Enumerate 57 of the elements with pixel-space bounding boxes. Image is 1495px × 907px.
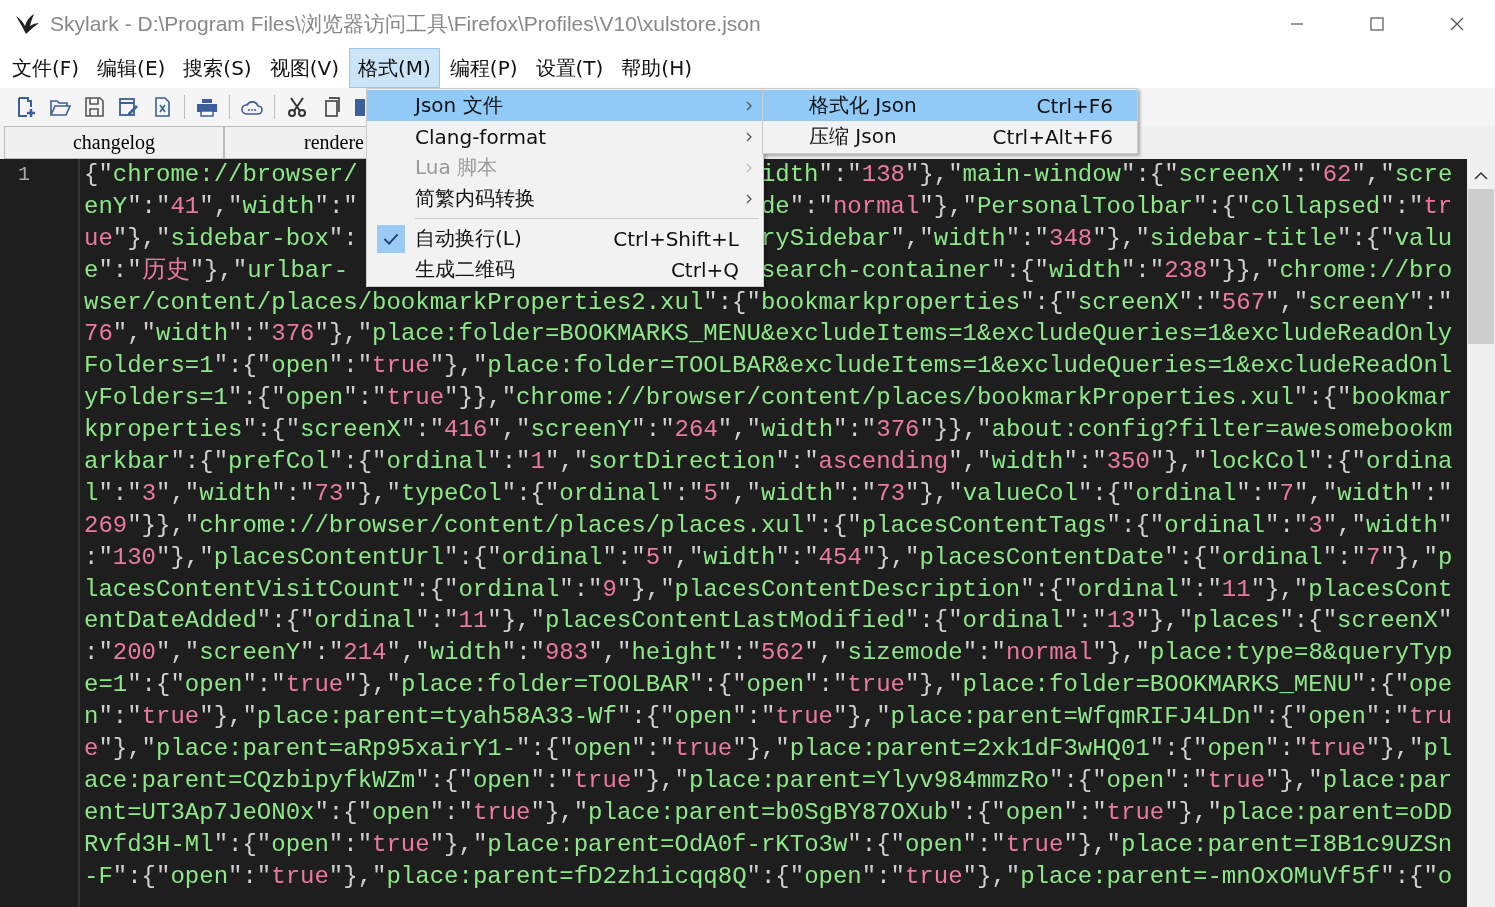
code-text: kproperties":{"screenX":"416","screenY":"264","width":"376"}},"about:config?filter=awesomebookm: [84, 416, 1453, 444]
chevron-right-icon: [745, 161, 753, 174]
scrollbar[interactable]: [1467, 159, 1495, 907]
code-text: ent=UT3Ap7JeON0x":{"open":"true"},"place:parent=b0SgBY87OXub":{"open":"true"},"place:parent=oDD: [84, 798, 1453, 826]
bird-logo-icon: [14, 12, 40, 36]
code-text: search-container":{"width":"238"}},"chrome://bro: [760, 256, 1453, 284]
code-text: -F":{"open":"true"},"place:parent=fD2zh1icqq8Q":{"open":"true"},"place:parent=-mnOxOMuVf5f":{"o: [84, 862, 1453, 890]
menu-option[interactable]: 自动换行(L) Ctrl+Shift+L: [367, 223, 763, 254]
code-text: n":"true"},"place:parent=tyah58A33-Wf":{"open":"true"},"place:parent=WfqmRIFJ4LDn":{"open":"tru: [84, 703, 1453, 731]
menu-item[interactable]: 搜索(S): [175, 48, 260, 88]
code-text: e=1":{"open":"true"},"place:folder=TOOLBAR":{"open":"true"},"place:folder=BOOKMARKS_MENU":{"ope: [84, 671, 1453, 699]
line-number: 1: [18, 163, 30, 186]
code-text: ace:parent=CQzbipyfkWZm":{"open":"true"},"place:parent=Ylyv984mmzRo":{"open":"true"},"place:par: [84, 766, 1453, 794]
menu-option[interactable]: Json 文件: [367, 90, 763, 121]
menu-item[interactable]: 视图(V): [261, 48, 347, 88]
menu-item[interactable]: 编程(P): [441, 48, 526, 88]
code-text: rySidebar","width":"348"},"sidebar-title":{"valu: [760, 224, 1453, 252]
code-text: wser/content/places/bookmarkProperties2.xul":{"bookmarkproperties":{"screenX":"567","screenY":": [84, 288, 1453, 316]
chevron-right-icon: [745, 130, 753, 143]
code-text: Folders=1":{"open":"true"},"place:folder=TOOLBAR&excludeItems=1&excludeQueries=1&excludeReadOnl: [84, 352, 1453, 380]
menu-item[interactable]: 格式(M): [348, 48, 440, 88]
code-text: 76","width":"376"},"place:folder=BOOKMARKS_MENU&excludeItems=1&excludeQueries=1&excludeReadOnly: [84, 320, 1453, 348]
menu-item[interactable]: 文件(F): [4, 48, 88, 88]
code-text: yFolders=1":{"open":"true"}},"chrome://browser/content/places/bookmarkProperties.xul":{"bookmar: [84, 384, 1453, 412]
code-text: e":"历史"},"urlbar-: [84, 256, 349, 284]
code-text: idth":"138"},"main-window":{"screenX":"62","scre: [760, 161, 1453, 188]
menu-option[interactable]: 压缩 Json Ctrl+Alt+F6: [763, 121, 1137, 152]
menu-option[interactable]: 生成二维码 Ctrl+Q: [367, 254, 763, 285]
code-text: :"200","screenY":"214","width":"983","height":"562","sizemode":"normal"},"place:type=8&queryTyp: [84, 639, 1453, 667]
chevron-right-icon: [745, 99, 753, 112]
code-text: ue"},"sidebar-box":: [84, 224, 358, 252]
code-text: l":"3","width":"73"},"typeCol":{"ordinal":"5","width":"73"},"valueCol":{"ordinal":"7","width":": [84, 479, 1453, 507]
window-title: Skylark - D:\Program Files\浏览器访问工具\Firefox\Profiles\V10\xulstore.json: [50, 11, 761, 37]
menu-option[interactable]: 简繁内码转换: [367, 183, 763, 214]
code-text: entDateAdded":{"ordinal":"11"},"placesContentLastModified":{"ordinal":"13"},"places":{"screenX": [84, 607, 1453, 635]
code-text: Rvfd3H-Ml":{"open":"true"},"place:parent=OdA0f-rKTo3w":{"open":"true"},"place:parent=I8B1c9UZSn: [84, 830, 1453, 858]
menu-item[interactable]: 设置(T): [527, 48, 612, 88]
code-text: :"130"},"placesContentUrl":{"ordinal":"5","width":"454"},"placesContentDate":{"ordinal":"7"},"p: [84, 543, 1453, 571]
menu-item[interactable]: 编辑(E): [89, 48, 174, 88]
close-icon[interactable]: [1449, 16, 1465, 32]
menu-option[interactable]: 格式化 Json Ctrl+F6: [763, 90, 1137, 121]
maximize-icon[interactable]: [1369, 16, 1385, 32]
code-text: lacesContentVisitCount":{"ordinal":"9"},"placesContentDescription":{"ordinal":"11"},"placesCont: [84, 575, 1453, 603]
file-tab[interactable]: changelog: [4, 126, 224, 159]
code-text: {"chrome://browser/: [84, 161, 358, 188]
scroll-up-icon[interactable]: [1473, 171, 1489, 181]
scrollbar-thumb[interactable]: [1468, 189, 1494, 344]
save-icon[interactable]: [82, 95, 106, 119]
code-text: arkbar":{"prefCol":{"ordinal":"1","sortDirection":"ascending","width":"350"},"lockCol":{"ordina: [84, 448, 1453, 475]
checkmark-icon: [377, 224, 405, 253]
code-text: 269"}},"chrome://browser/content/places/places.xul":{"placesContentTags":{"ordinal":"3","width": [84, 511, 1453, 539]
cut-icon[interactable]: [285, 95, 309, 119]
menu-item[interactable]: 帮助(H): [613, 48, 700, 88]
code-text: enY":"41","width":": [84, 192, 358, 220]
chevron-right-icon: [745, 192, 753, 205]
edit-file-icon[interactable]: [116, 95, 140, 119]
code-text: e"},"place:parent=aRp95xairY1-":{"open":"true"},"place:parent=2xk1dF3wHQ01":{"open":"true"},"pl: [84, 735, 1453, 763]
